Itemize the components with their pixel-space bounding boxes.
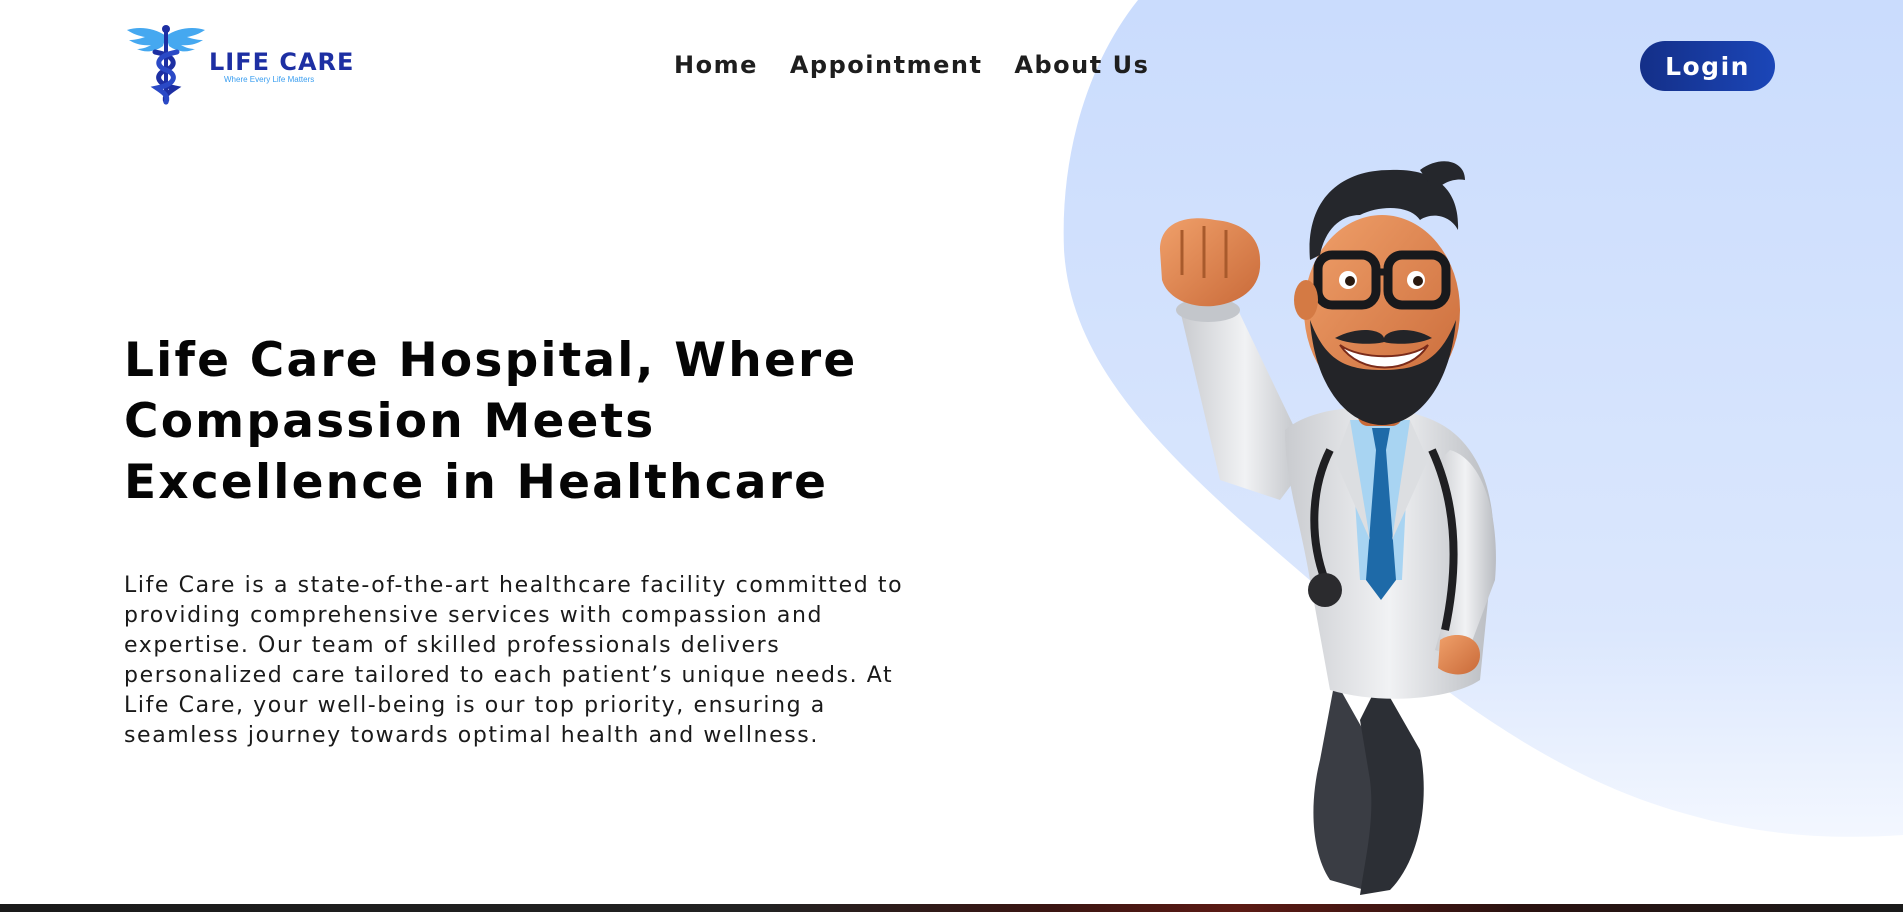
nav-about-us[interactable]: About Us <box>1014 50 1149 80</box>
brand-logo[interactable]: LIFE CARE Where Every Life Matters <box>125 22 354 106</box>
login-button[interactable]: Login <box>1640 41 1775 91</box>
nav-home[interactable]: Home <box>674 50 758 80</box>
nav-appointment[interactable]: Appointment <box>790 50 983 80</box>
site-header: LIFE CARE Where Every Life Matters Home … <box>0 0 1903 130</box>
page-bottom-strip <box>0 904 1903 912</box>
brand-name: LIFE CARE <box>209 48 355 76</box>
doctor-illustration <box>1160 161 1496 895</box>
hero-title: Life Care Hospital, Where Compassion Mee… <box>124 333 858 510</box>
caduceus-icon <box>127 25 205 105</box>
brand-tagline: Where Every Life Matters <box>224 75 315 84</box>
hero-description: Life Care is a state-of-the-art healthca… <box>124 573 904 748</box>
landing-page: LIFE CARE Where Every Life Matters Home … <box>0 0 1903 912</box>
main-nav: Home Appointment About Us <box>674 50 1149 80</box>
